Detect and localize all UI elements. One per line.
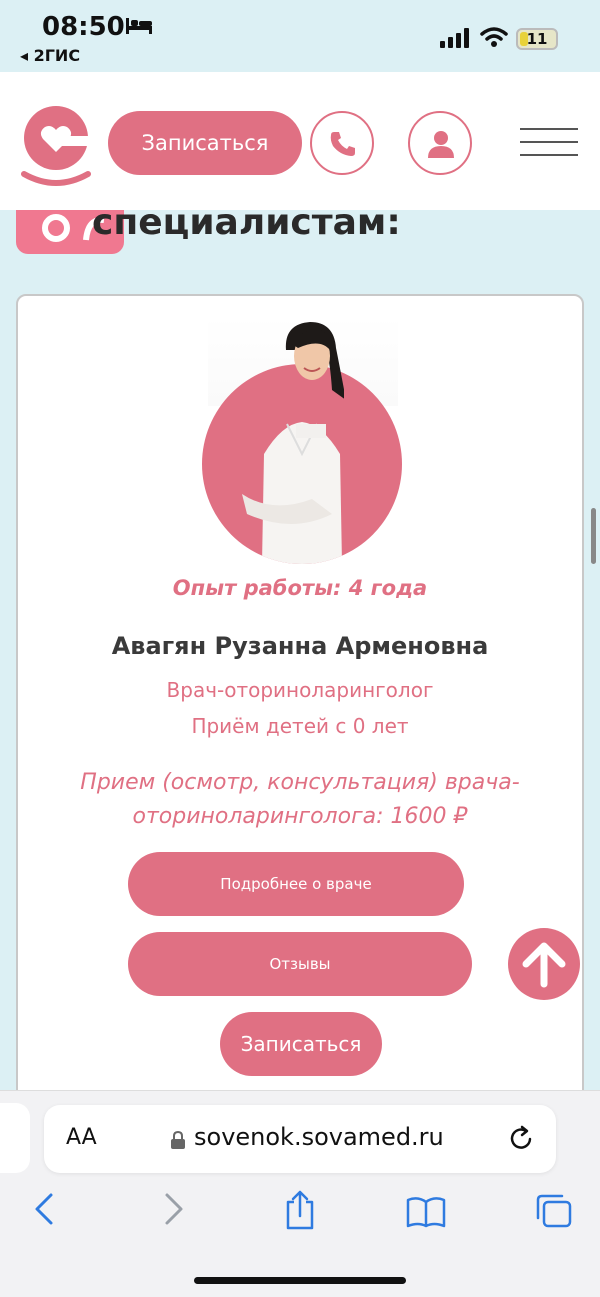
wifi-icon: [480, 27, 508, 47]
arrow-up-icon: [522, 942, 566, 988]
consultation-price: Прием (осмотр, консультация) врача-отори…: [80, 770, 520, 829]
header-book-button[interactable]: Записаться: [108, 111, 302, 175]
user-icon: [428, 131, 454, 158]
home-indicator[interactable]: [194, 1277, 406, 1284]
tabs-icon[interactable]: [534, 1192, 574, 1230]
url-text[interactable]: sovenok.sovamed.ru: [194, 1123, 444, 1151]
previous-tab-preview[interactable]: [0, 1103, 30, 1173]
cellular-signal-icon: [440, 28, 469, 48]
reload-icon[interactable]: [508, 1125, 536, 1153]
text-size-button[interactable]: AA: [66, 1125, 97, 1150]
phone-button[interactable]: [310, 111, 374, 175]
sleep-focus-icon: [126, 18, 152, 34]
doctor-details-button[interactable]: Подробнее о враче: [128, 852, 464, 916]
lock-icon: [171, 1131, 185, 1149]
status-time: 08:50: [42, 12, 125, 42]
doctor-name: Авагян Рузанна Арменовна: [111, 632, 489, 660]
back-icon[interactable]: [34, 1192, 54, 1226]
patient-age-info: Приём детей с 0 лет: [191, 714, 409, 738]
book-appointment-button[interactable]: Записаться: [220, 1012, 382, 1076]
back-to-app-link[interactable]: ◂ 2ГИС: [20, 46, 80, 65]
status-bar: 08:50 ◂ 2ГИС 11: [0, 0, 600, 72]
section-heading: специалистам:: [92, 202, 401, 243]
doctor-card: Опыт работы: 4 года Авагян Рузанна Армен…: [16, 294, 584, 1114]
doctor-head: [285, 322, 344, 399]
heart-logo-icon[interactable]: [18, 102, 94, 188]
doctor-specialty: Врач-оториноларинголог: [166, 678, 434, 702]
scroll-to-top-button[interactable]: [508, 928, 580, 1000]
phone-icon: [330, 132, 355, 156]
experience-text: Опыт работы: 4 года: [172, 576, 428, 600]
page-scrollbar[interactable]: [591, 508, 596, 564]
battery-level: 11: [526, 30, 548, 48]
forward-icon[interactable]: [164, 1192, 184, 1226]
battery-icon: 11: [516, 28, 558, 50]
reviews-button[interactable]: Отзывы: [128, 932, 472, 996]
hamburger-menu-icon[interactable]: [520, 126, 578, 158]
address-bar[interactable]: AA sovenok.sovamed.ru: [44, 1105, 556, 1173]
bookmarks-icon[interactable]: [406, 1196, 446, 1228]
account-button[interactable]: [408, 111, 472, 175]
share-icon[interactable]: [284, 1190, 316, 1230]
